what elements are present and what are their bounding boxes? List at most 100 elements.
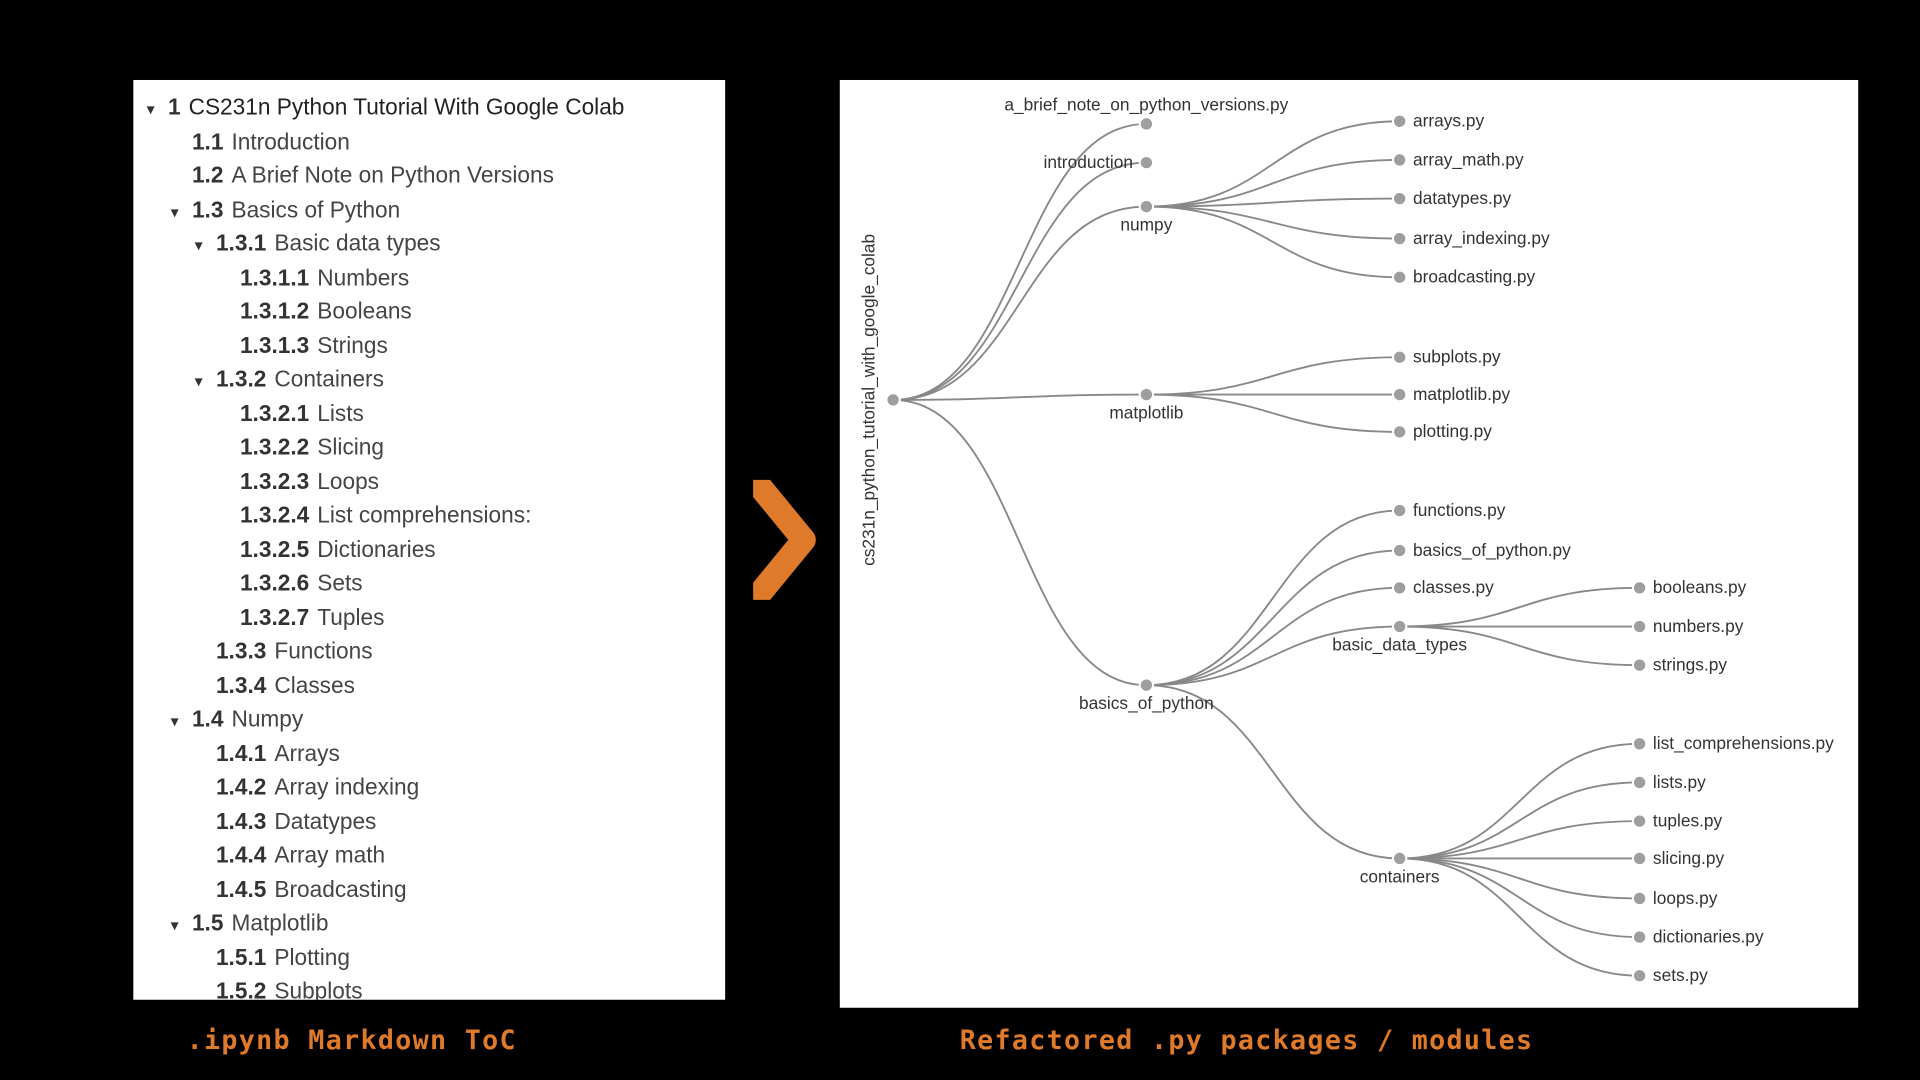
- tree-node-label: introduction: [1044, 152, 1134, 172]
- tree-node: [1633, 814, 1646, 827]
- toc-number: 1.4.3: [216, 804, 266, 838]
- toc-number: 1.1: [192, 125, 224, 159]
- caret-down-icon: ▾: [195, 233, 214, 257]
- tree-node: [1140, 156, 1153, 169]
- tree-node-label: basics_of_python.py: [1413, 540, 1571, 560]
- toc-item[interactable]: 1.3.3Functions: [147, 635, 712, 669]
- tree-node: [1393, 388, 1406, 401]
- toc-item[interactable]: 1.3.1.3Strings: [147, 329, 712, 363]
- tree-node-label: functions.py: [1413, 500, 1506, 520]
- toc-item[interactable]: 1.4.1Arrays: [147, 736, 712, 770]
- toc-title: Booleans: [317, 295, 411, 329]
- toc-number: 1.3.2.6: [240, 567, 309, 601]
- tree-node-label: slicing.py: [1653, 848, 1725, 868]
- tree-node-label: classes.py: [1413, 577, 1494, 597]
- toc-item[interactable]: 1.3.4Classes: [147, 668, 712, 702]
- tree-node: [1393, 581, 1406, 594]
- tree-node-label: list_comprehensions.py: [1653, 733, 1834, 753]
- toc-item[interactable]: 1.3.1.1Numbers: [147, 261, 712, 295]
- toc-title: A Brief Note on Python Versions: [231, 159, 553, 193]
- toc-item[interactable]: 1.3.2.4List comprehensions:: [147, 499, 712, 533]
- tree-node-label: datatypes.py: [1413, 188, 1512, 208]
- toc-title: Dictionaries: [317, 533, 435, 567]
- tree-node: [1393, 351, 1406, 364]
- tree-node: [1393, 192, 1406, 205]
- toc-item[interactable]: ▾1.5Matplotlib: [147, 906, 712, 940]
- toc-title: Lists: [317, 397, 364, 431]
- toc-item[interactable]: 1.5.2Subplots: [147, 974, 712, 999]
- tree-node: [1393, 232, 1406, 245]
- toc-item[interactable]: 1.5.1Plotting: [147, 940, 712, 974]
- tree-node: [1633, 852, 1646, 865]
- toc-title: CS231n Python Tutorial With Google Colab: [189, 91, 625, 125]
- tree-node: [1393, 544, 1406, 557]
- toc-title: Basics of Python: [231, 193, 400, 227]
- tree-node: [1633, 581, 1646, 594]
- toc-title: List comprehensions:: [317, 499, 531, 533]
- tree-node: [1393, 115, 1406, 128]
- tree-node: [1633, 969, 1646, 982]
- toc-title: Functions: [274, 635, 372, 669]
- tree-node: [1140, 388, 1153, 401]
- toc-title: Loops: [317, 465, 379, 499]
- toc-number: 1.3: [192, 193, 224, 227]
- toc-number: 1.4.1: [216, 736, 266, 770]
- tree-node-label: basic_data_types: [1332, 635, 1467, 655]
- tree-node: [1140, 678, 1153, 691]
- toc-item[interactable]: ▾1CS231n Python Tutorial With Google Col…: [147, 91, 712, 125]
- tree-root-label: cs231n_python_tutorial_with_google_colab: [858, 234, 878, 566]
- toc-title: Sets: [317, 567, 362, 601]
- tree-node: [1393, 504, 1406, 517]
- toc-number: 1.5.2: [216, 974, 266, 999]
- tree-node-label: sets.py: [1653, 965, 1708, 985]
- tree-node-label: strings.py: [1653, 654, 1727, 674]
- toc-item[interactable]: 1.3.1.2Booleans: [147, 295, 712, 329]
- toc-title: Tuples: [317, 601, 384, 635]
- tree-node-label: array_indexing.py: [1413, 228, 1550, 248]
- toc-number: 1.3.2.5: [240, 533, 309, 567]
- toc-number: 1.3.1.3: [240, 329, 309, 363]
- toc-item[interactable]: 1.3.2.6Sets: [147, 567, 712, 601]
- tree-node-label: numbers.py: [1653, 616, 1744, 636]
- tree-node-label: basics_of_python: [1079, 693, 1214, 713]
- toc-number: 1.3.3: [216, 635, 266, 669]
- toc-number: 1.3.1.1: [240, 261, 309, 295]
- toc-number: 1.2: [192, 159, 224, 193]
- toc-item[interactable]: 1.3.2.5Dictionaries: [147, 533, 712, 567]
- toc-item[interactable]: 1.3.2.3Loops: [147, 465, 712, 499]
- toc-number: 1.5.1: [216, 940, 266, 974]
- toc-title: Slicing: [317, 431, 384, 465]
- tree-root-node: [886, 393, 899, 406]
- toc-item[interactable]: ▾1.3.1Basic data types: [147, 227, 712, 261]
- toc-number: 1.3.1.2: [240, 295, 309, 329]
- caret-down-icon: ▾: [171, 709, 190, 733]
- tree-node: [1393, 271, 1406, 284]
- tree-node-label: numpy: [1120, 215, 1172, 235]
- toc-item[interactable]: 1.4.2Array indexing: [147, 770, 712, 804]
- tree-node: [1633, 892, 1646, 905]
- tree-node-label: plotting.py: [1413, 421, 1492, 441]
- tree-node-label: dictionaries.py: [1653, 926, 1764, 946]
- toc-item[interactable]: ▾1.4Numpy: [147, 702, 712, 736]
- toc-item[interactable]: 1.2A Brief Note on Python Versions: [147, 159, 712, 193]
- toc-number: 1.3.2.3: [240, 465, 309, 499]
- toc-item[interactable]: ▾1.3.2Containers: [147, 363, 712, 397]
- tree-node: [1140, 117, 1153, 130]
- toc-item[interactable]: 1.3.2.7Tuples: [147, 601, 712, 635]
- tree-node-label: lists.py: [1653, 772, 1706, 792]
- toc-item[interactable]: 1.3.2.1Lists: [147, 397, 712, 431]
- toc-title: Introduction: [231, 125, 349, 159]
- tree-node-label: booleans.py: [1653, 577, 1747, 597]
- toc-number: 1.4.2: [216, 770, 266, 804]
- arrow-icon: [753, 480, 820, 600]
- toc-item[interactable]: 1.4.5Broadcasting: [147, 872, 712, 906]
- toc-item[interactable]: 1.3.2.2Slicing: [147, 431, 712, 465]
- toc-item[interactable]: ▾1.3Basics of Python: [147, 193, 712, 227]
- toc-item[interactable]: 1.4.4Array math: [147, 838, 712, 872]
- toc-item[interactable]: 1.1Introduction: [147, 125, 712, 159]
- toc-number: 1: [168, 91, 181, 125]
- toc-title: Array indexing: [274, 770, 419, 804]
- toc-item[interactable]: 1.4.3Datatypes: [147, 804, 712, 838]
- toc-number: 1.3.4: [216, 668, 266, 702]
- toc-title: Broadcasting: [274, 872, 406, 906]
